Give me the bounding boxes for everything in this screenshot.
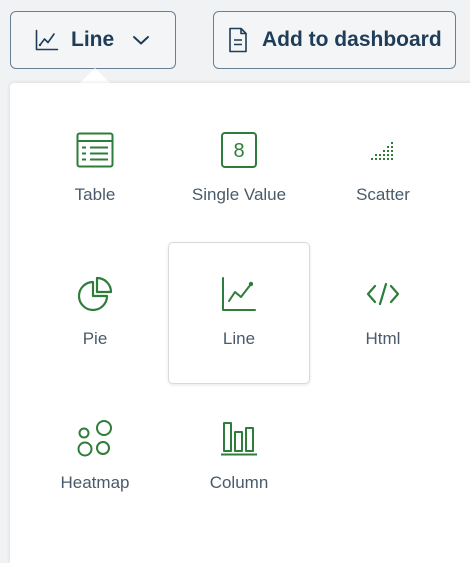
menu-item-label: Table xyxy=(74,185,116,204)
pie-icon xyxy=(76,274,114,314)
menu-item-label: Column xyxy=(209,473,269,492)
column-icon xyxy=(220,418,258,458)
menu-item-column[interactable]: Column xyxy=(168,386,310,528)
menu-item-label: Html xyxy=(365,329,401,348)
menu-item-table[interactable]: Table xyxy=(24,98,166,240)
menu-item-scatter[interactable]: Scatter xyxy=(312,98,454,240)
menu-item-heatmap[interactable]: Heatmap xyxy=(24,386,166,528)
menu-item-html[interactable]: Html xyxy=(312,242,454,384)
chevron-down-icon xyxy=(132,34,150,46)
visualization-type-menu: Table 8 Single Value Scatter Pie Line Ht… xyxy=(10,83,470,563)
visualization-type-button[interactable]: Line xyxy=(10,11,176,69)
add-to-dashboard-label: Add to dashboard xyxy=(262,28,442,51)
menu-item-label: Single Value xyxy=(191,185,287,204)
menu-item-single-value[interactable]: 8 Single Value xyxy=(168,98,310,240)
menu-item-label: Heatmap xyxy=(60,473,130,492)
menu-item-label: Scatter xyxy=(356,185,410,204)
scatter-icon xyxy=(370,130,396,170)
svg-text:8: 8 xyxy=(233,140,244,162)
add-to-dashboard-button[interactable]: Add to dashboard xyxy=(213,11,456,69)
dropdown-pointer xyxy=(80,68,110,83)
single-value-icon: 8 xyxy=(220,130,258,170)
menu-item-pie[interactable]: Pie xyxy=(24,242,166,384)
line-chart-icon xyxy=(35,29,59,51)
table-icon xyxy=(76,130,114,170)
menu-item-label: Pie xyxy=(82,329,108,348)
heatmap-icon xyxy=(76,418,114,458)
menu-item-label: Line xyxy=(222,329,256,348)
menu-item-line[interactable]: Line xyxy=(168,242,310,384)
html-icon xyxy=(366,274,400,314)
visualization-type-label: Line xyxy=(71,28,115,51)
document-icon xyxy=(228,27,248,53)
line-chart-icon xyxy=(221,274,257,314)
